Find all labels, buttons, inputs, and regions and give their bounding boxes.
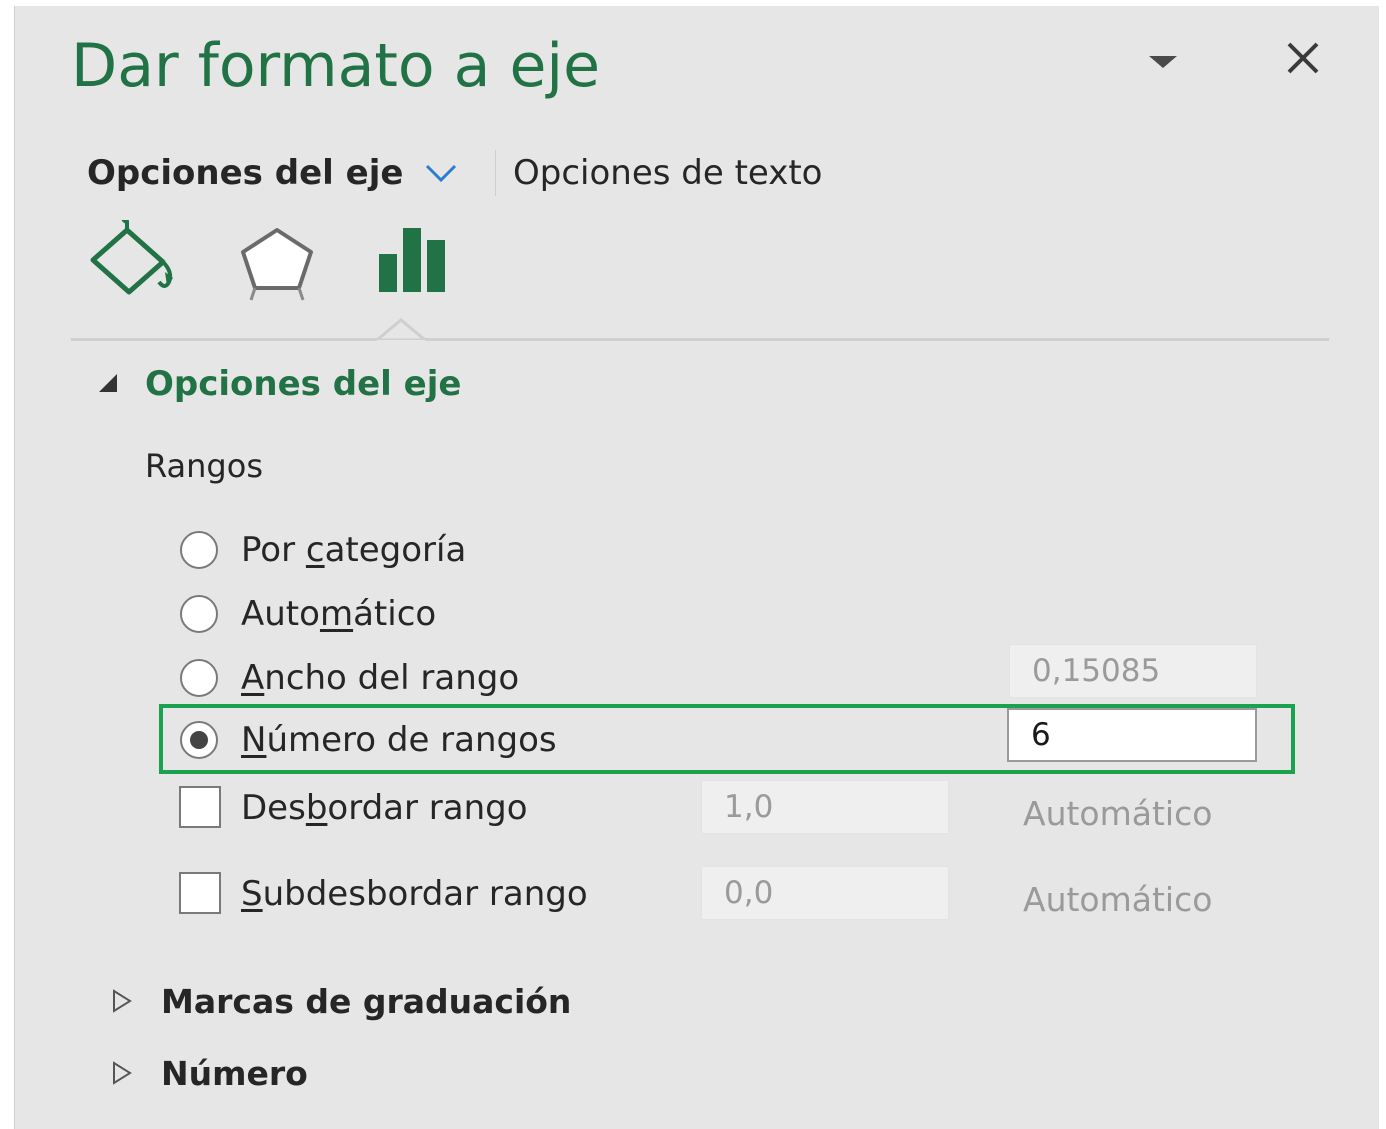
section-tick-marks-label: Marcas de graduación [161,982,572,1021]
section-number-header[interactable]: Número [111,1046,811,1102]
chevron-down-icon[interactable] [421,156,461,190]
radio-bin-width[interactable]: Ancho del rango [179,650,1079,706]
radio-number-of-bins[interactable]: Número de rangos [179,712,1079,768]
overflow-auto-label: Automático [1023,794,1213,833]
underflow-bin-field[interactable] [701,866,949,920]
bins-subheading: Rangos [145,447,263,485]
bin-width-field[interactable] [1009,644,1257,698]
overflow-bin-checkbox[interactable] [179,786,221,828]
close-icon[interactable] [1281,36,1325,80]
radio-automatic[interactable]: Automático [179,586,1079,642]
axis-options-icon[interactable] [367,220,463,306]
number-of-bins-field[interactable] [1007,708,1257,762]
overflow-bin-checkbox-row[interactable]: Desbordar rango [179,780,639,836]
effects-icon[interactable] [229,220,325,306]
selected-category-notch [372,318,430,342]
underflow-auto-label: Automático [1023,880,1213,919]
underflow-bin-checkbox[interactable] [179,872,221,914]
radio-label-bin-width: Ancho del rango [241,658,520,698]
radio-button[interactable] [179,594,219,634]
fill-line-icon[interactable] [87,218,183,306]
section-title: Opciones del eje [145,364,462,404]
radio-label-by-category: Por categoría [241,530,467,570]
overflow-bin-field[interactable] [701,780,949,834]
collapse-triangle-icon [95,370,121,396]
options-tabbar: Opciones del eje Opciones de texto [87,146,1087,200]
pane-title: Dar formato a eje [71,31,601,101]
radio-button[interactable] [179,530,219,570]
radio-by-category[interactable]: Por categoría [179,522,1079,578]
underflow-bin-checkbox-row[interactable]: Subdesbordar rango [179,866,639,922]
format-axis-pane: Dar formato a eje Opciones del eje Opcio… [14,6,1379,1129]
radio-label-automatic: Automático [241,594,437,634]
section-tick-marks-header[interactable]: Marcas de graduación [111,974,811,1030]
tab-separator [495,150,496,196]
underflow-bin-label: Subdesbordar rango [241,874,588,914]
radio-button[interactable] [179,658,219,698]
expand-triangle-icon [111,1060,133,1086]
category-icon-row [87,218,487,316]
tab-axis-options[interactable]: Opciones del eje [87,146,403,200]
section-number-label: Número [161,1054,308,1093]
page: Dar formato a eje Opciones del eje Opcio… [0,0,1386,1129]
radio-button-selected[interactable] [179,720,219,760]
overflow-bin-label: Desbordar rango [241,788,528,828]
section-divider [71,338,1329,341]
section-axis-options-header[interactable]: Opciones del eje [95,356,695,412]
expand-triangle-icon [111,988,133,1014]
task-pane-options-icon[interactable] [1143,46,1183,76]
tab-text-options[interactable]: Opciones de texto [513,146,823,200]
radio-label-number-of-bins: Número de rangos [241,720,557,760]
